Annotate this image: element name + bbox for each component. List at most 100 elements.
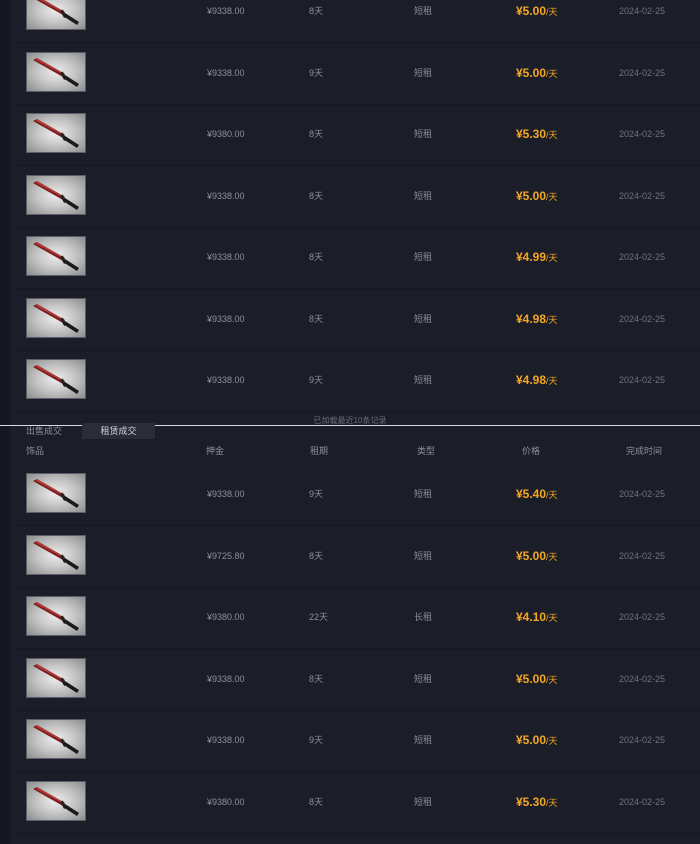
- daily-price: ¥4.98/天: [516, 349, 558, 411]
- table-row[interactable]: ¥9338.00 9天 短租 ¥4.98/天 2024-02-25: [10, 349, 700, 412]
- price-amount: ¥4.98: [516, 373, 547, 387]
- deposit-value: ¥9338.00: [207, 6, 245, 16]
- rental-type: 短租: [414, 375, 433, 385]
- price-unit: /天: [546, 191, 558, 202]
- table-row[interactable]: ¥9380.00 8天 短租 ¥5.30/天 2024-02-25: [10, 771, 700, 834]
- column-header-deposit: 押金: [206, 446, 225, 456]
- table-row[interactable]: ¥9338.00 9天 短租 ¥5.40/天 2024-02-25: [10, 463, 700, 526]
- daily-price: ¥4.10/天: [516, 586, 558, 648]
- daily-price: ¥5.40/天: [516, 463, 558, 525]
- rental-type: 短租: [414, 796, 433, 807]
- daily-price: ¥5.00/天: [516, 42, 558, 104]
- deposit-value: ¥9338.00: [207, 252, 245, 262]
- rental-type: 短租: [414, 129, 433, 139]
- deposit-value: ¥9338.00: [207, 375, 245, 385]
- price-unit: /天: [546, 7, 558, 17]
- rental-period: 8天: [309, 129, 324, 139]
- daily-price: ¥4.98/天: [516, 288, 558, 350]
- completion-date: 2024-02-25: [619, 6, 666, 16]
- completion-date: 2024-02-25: [619, 67, 666, 78]
- knife-skin-icon: [26, 596, 86, 636]
- price-amount: ¥5.00: [516, 671, 547, 686]
- price-amount: ¥5.40: [516, 487, 547, 501]
- price-amount: ¥5.30: [516, 794, 547, 809]
- completion-date: 2024-02-25: [619, 313, 666, 324]
- daily-price: ¥5.00/天: [516, 648, 558, 710]
- table-row[interactable]: ¥9725.80 8天 短租 ¥5.00/天 2024-02-25: [10, 525, 700, 588]
- price-amount: ¥4.10: [516, 610, 547, 624]
- completion-date: 2024-02-25: [619, 550, 666, 561]
- table-row[interactable]: ¥9338.00 8天 短租 ¥5.00/天 2024-02-25: [10, 648, 700, 711]
- knife-skin-icon: [26, 534, 86, 575]
- rental-type: 短租: [414, 673, 433, 684]
- rental-period: 9天: [309, 375, 324, 385]
- knife-skin-icon: [26, 657, 86, 698]
- rental-type: 短租: [414, 67, 433, 78]
- price-amount: ¥5.00: [516, 548, 547, 563]
- knife-skin-icon: [26, 51, 86, 92]
- completion-date: 2024-02-25: [619, 612, 666, 622]
- knife-skin-icon: [26, 236, 86, 276]
- rental-period: 8天: [309, 313, 324, 324]
- table-row[interactable]: ¥9338.00 9天 短租 ¥5.00/天 2024-02-25: [10, 42, 700, 105]
- knife-skin-icon: [26, 780, 86, 821]
- rental-type: 短租: [414, 313, 433, 324]
- rental-period: 8天: [309, 190, 324, 201]
- column-header-time: 完成时间: [626, 446, 663, 456]
- table-row[interactable]: ¥9338.00 9天 短租 ¥5.00/天 2024-02-25: [10, 709, 700, 772]
- price-unit: /天: [546, 736, 558, 746]
- column-header-type: 类型: [417, 446, 436, 456]
- rental-period: 9天: [309, 67, 324, 78]
- rental-type: 长租: [414, 612, 433, 622]
- rental-type: 短租: [414, 735, 433, 745]
- completion-date: 2024-02-25: [619, 375, 666, 385]
- deposit-value: ¥9380.00: [207, 129, 245, 139]
- table-row[interactable]: ¥9338.00 8天 短租 ¥5.00/天 2024-02-25: [10, 165, 700, 228]
- daily-price: ¥5.30/天: [516, 103, 558, 165]
- price-unit: /天: [546, 130, 558, 140]
- deposit-value: ¥9380.00: [207, 796, 245, 807]
- table-row[interactable]: ¥9338.00 8天 短租 ¥4.99/天 2024-02-25: [10, 226, 700, 289]
- deposit-value: ¥9725.80: [207, 550, 245, 561]
- price-unit: /天: [546, 551, 558, 562]
- daily-price: ¥5.00/天: [516, 165, 558, 227]
- rental-period: 8天: [309, 796, 324, 807]
- price-amount: ¥5.00: [516, 733, 547, 747]
- completion-date: 2024-02-25: [619, 673, 666, 684]
- rental-type: 短租: [414, 489, 433, 499]
- table-row[interactable]: ¥9338.00 8天 短租 ¥4.98/天 2024-02-25: [10, 288, 700, 351]
- deposit-value: ¥9338.00: [207, 67, 245, 78]
- deposit-value: ¥9338.00: [207, 190, 245, 201]
- deposit-value: ¥9338.00: [207, 735, 245, 745]
- knife-skin-icon: [26, 0, 86, 30]
- table-row[interactable]: ¥9380.00 8天 短租 ¥5.30/天 2024-02-25: [10, 103, 700, 166]
- completion-date: 2024-02-25: [619, 252, 666, 262]
- table-row[interactable]: ¥9380.00 22天 长租 ¥4.10/天 2024-02-25: [10, 586, 700, 649]
- price-unit: /天: [546, 490, 558, 500]
- daily-price: ¥5.00/天: [516, 0, 558, 42]
- deposit-value: ¥9338.00: [207, 673, 245, 684]
- rental-period: 9天: [309, 735, 324, 745]
- price-amount: ¥5.00: [516, 4, 547, 18]
- price-amount: ¥4.99: [516, 250, 547, 264]
- price-unit: /天: [546, 314, 558, 325]
- knife-skin-icon: [26, 113, 86, 153]
- completion-date: 2024-02-25: [619, 489, 666, 499]
- rental-type: 短租: [414, 6, 433, 16]
- rental-period: 8天: [309, 550, 324, 561]
- deposit-value: ¥9338.00: [207, 313, 245, 324]
- completion-date: 2024-02-25: [619, 796, 666, 807]
- table-header: 饰品 押金 租期 类型 价格 完成时间: [10, 441, 700, 461]
- price-unit: /天: [546, 376, 558, 386]
- tab-rental-deals[interactable]: 租赁成交: [82, 423, 155, 439]
- column-header-period: 租期: [310, 446, 329, 456]
- daily-price: ¥5.00/天: [516, 525, 558, 587]
- knife-skin-icon: [26, 719, 86, 759]
- rental-period: 22天: [309, 612, 329, 622]
- price-unit: /天: [546, 797, 558, 808]
- table-row[interactable]: ¥9338.00 8天 短租 ¥5.00/天 2024-02-25: [10, 0, 700, 43]
- column-header-price: 价格: [522, 446, 541, 456]
- rental-records-page: ¥9338.00 8天 短租 ¥5.00/天 2024-02-25 ¥9338.00 9天短…: [0, 0, 700, 844]
- tab-sale-deals[interactable]: 出售成交: [26, 423, 62, 439]
- rental-period: 8天: [309, 252, 324, 262]
